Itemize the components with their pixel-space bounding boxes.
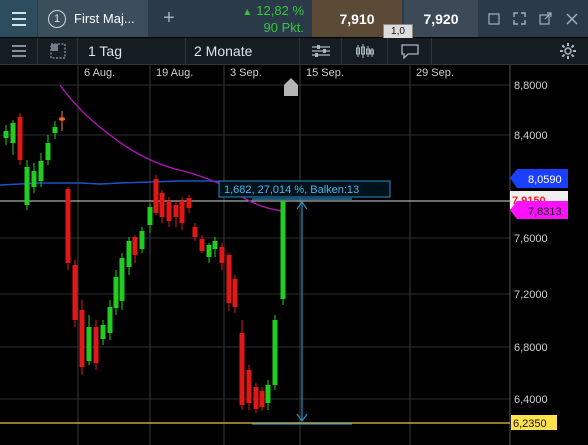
y-axis-labels: 8,8000 8,4000 7,6000 7,2000 6,8000 6,4000 bbox=[514, 80, 548, 406]
up-triangle-icon: ▲ bbox=[242, 7, 253, 18]
comment-button[interactable] bbox=[388, 38, 432, 64]
candle-body bbox=[132, 237, 138, 255]
y-axis-label: 7,2000 bbox=[514, 289, 548, 301]
y-axis-label: 8,4000 bbox=[514, 130, 548, 142]
sliders-icon bbox=[311, 45, 330, 57]
candle-body bbox=[272, 320, 278, 385]
candle-body bbox=[100, 325, 106, 339]
add-tab-button[interactable]: + bbox=[148, 0, 190, 37]
y-axis-label: 7,6000 bbox=[514, 233, 548, 245]
candle-body bbox=[280, 201, 286, 299]
checkbox-icon[interactable] bbox=[480, 0, 507, 37]
settings-sliders-button[interactable] bbox=[300, 38, 342, 64]
hamburger-icon bbox=[11, 10, 26, 28]
settings-button[interactable] bbox=[548, 38, 588, 64]
y-axis-label: 6,8000 bbox=[514, 342, 548, 354]
buy-button[interactable]: 7,920 bbox=[404, 0, 478, 37]
candle-body bbox=[119, 258, 125, 301]
price-change: ▲ 12,82 % 90 Pkt. bbox=[224, 0, 310, 37]
price-chart[interactable]: 6 Aug. 19 Aug. 3 Sep. 15 Sep. 29 Sep. 8,8000… bbox=[0, 65, 588, 445]
change-points: 90 Pkt. bbox=[263, 20, 304, 35]
candle-body bbox=[265, 385, 271, 403]
change-percent: 12,82 % bbox=[256, 3, 304, 18]
close-icon[interactable] bbox=[558, 0, 585, 37]
candle-body bbox=[31, 171, 37, 187]
candle-body bbox=[173, 205, 179, 217]
candle-body bbox=[153, 179, 159, 213]
candle-body bbox=[126, 241, 132, 267]
candle-body bbox=[3, 131, 9, 138]
popout-icon[interactable] bbox=[532, 0, 559, 37]
candle-body bbox=[179, 201, 185, 223]
candle-body bbox=[246, 370, 252, 403]
layout-button[interactable] bbox=[38, 38, 78, 64]
candle-body bbox=[147, 207, 153, 225]
tag-blue-value: 8,0590 bbox=[528, 174, 562, 186]
candle-body bbox=[166, 201, 172, 221]
candle-body bbox=[10, 123, 16, 143]
tag-magenta-value: 7,8313 bbox=[528, 206, 562, 218]
candlesticks bbox=[3, 111, 286, 413]
candle-body bbox=[219, 247, 225, 263]
candle-body bbox=[186, 198, 192, 208]
candle-body bbox=[239, 333, 245, 405]
candle-body bbox=[232, 279, 238, 307]
list-button[interactable] bbox=[0, 38, 38, 64]
candle-body bbox=[45, 143, 51, 160]
interval-select[interactable]: 1 Tag bbox=[78, 38, 186, 64]
tag-yellow-value: 6,2350 bbox=[513, 418, 547, 430]
x-axis-label: 19 Aug. bbox=[156, 67, 193, 79]
chart-type-button[interactable] bbox=[342, 38, 388, 64]
x-axis-labels: 6 Aug. 19 Aug. 3 Sep. 15 Sep. 29 Sep. bbox=[84, 67, 454, 79]
candle-body bbox=[17, 117, 23, 160]
x-axis-label: 6 Aug. bbox=[84, 67, 115, 79]
candle-body bbox=[206, 245, 212, 257]
candle-body bbox=[113, 277, 119, 308]
y-axis-label: 6,4000 bbox=[514, 394, 548, 406]
candle-body bbox=[259, 391, 265, 407]
layout-grid-icon bbox=[50, 43, 65, 59]
candle-body bbox=[159, 193, 165, 217]
instrument-number-badge: 1 bbox=[48, 9, 66, 28]
measure-tool: 1,682, 27,014 %, Balken:13 bbox=[218, 180, 391, 425]
gear-icon bbox=[560, 43, 576, 59]
y-axis-label: 8,8000 bbox=[514, 80, 548, 92]
menu-button[interactable] bbox=[0, 0, 37, 37]
candle-body bbox=[139, 231, 145, 249]
home-marker-icon bbox=[284, 78, 298, 96]
top-bar: 1 First Maj... + ▲ 12,82 % 90 Pkt. 7,910 … bbox=[0, 0, 588, 40]
x-axis-label: 3 Sep. bbox=[230, 67, 262, 79]
candle-body bbox=[72, 265, 78, 320]
candle-body bbox=[24, 167, 30, 205]
plus-icon: + bbox=[163, 7, 175, 29]
instrument-name: First Maj... bbox=[74, 11, 135, 26]
candle-body bbox=[253, 387, 259, 409]
range-select[interactable]: 2 Monate bbox=[186, 38, 300, 64]
list-icon bbox=[11, 45, 26, 57]
measure-label: 1,682, 27,014 %, Balken:13 bbox=[224, 184, 359, 196]
x-axis-label: 15 Sep. bbox=[306, 67, 344, 79]
instrument-tab[interactable]: 1 First Maj... bbox=[38, 0, 148, 37]
expand-icon[interactable] bbox=[506, 0, 533, 37]
candle-body bbox=[86, 327, 92, 361]
candle-body bbox=[93, 327, 99, 363]
x-axis-label: 29 Sep. bbox=[416, 67, 454, 79]
candle-body bbox=[192, 227, 198, 237]
candle-body bbox=[107, 307, 113, 333]
candle-body bbox=[212, 241, 218, 249]
candle-body bbox=[79, 310, 85, 367]
candle-body bbox=[38, 161, 44, 181]
candle-body bbox=[226, 255, 232, 303]
candle-body bbox=[52, 127, 58, 133]
candle-body bbox=[65, 189, 71, 263]
candlestick-icon bbox=[355, 44, 374, 58]
chart-toolbar: 1 Tag 2 Monate bbox=[0, 38, 588, 65]
speech-bubble-icon bbox=[400, 43, 419, 59]
candle-body bbox=[199, 239, 205, 251]
